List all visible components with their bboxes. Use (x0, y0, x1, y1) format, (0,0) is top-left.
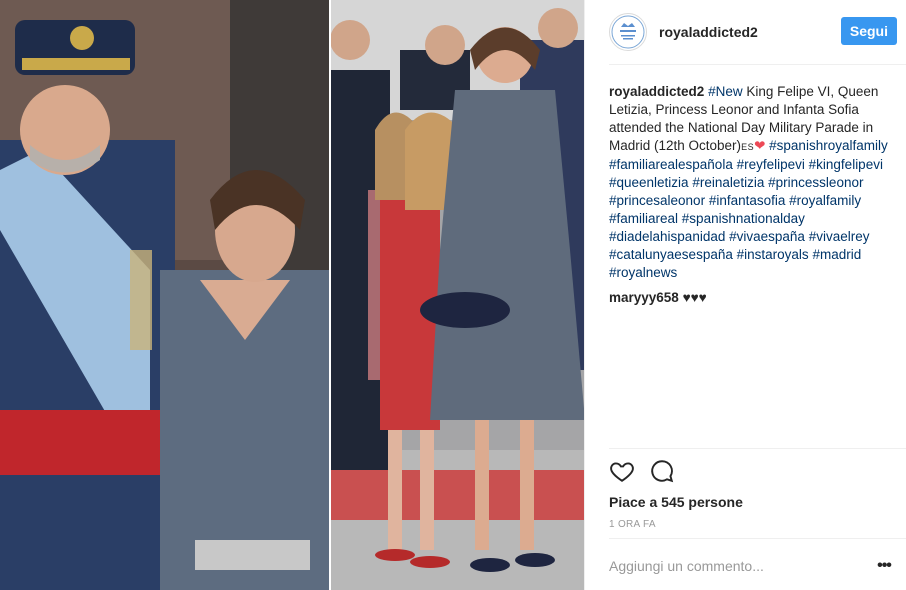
hashtag-link[interactable]: #royalnews (609, 265, 677, 280)
actions-divider (609, 448, 906, 449)
hashtag-link[interactable]: #princessleonor (768, 175, 863, 190)
post-details-panel: royaladdicted2 Segui royaladdicted2 #New… (584, 0, 906, 590)
hashtag-link[interactable]: #kingfelipevi (809, 157, 883, 172)
spain-flag-icon: ES (741, 142, 755, 152)
hashtag-link[interactable]: #royalfamily (789, 193, 861, 208)
speech-bubble-icon[interactable] (649, 458, 675, 484)
comment-divider (609, 538, 906, 539)
hashtag-link[interactable]: #reyfelipevi (737, 157, 805, 172)
hashtag-link[interactable]: #familiareal (609, 211, 678, 226)
add-comment-input[interactable] (609, 555, 869, 577)
comments-section: royaladdicted2 #New King Felipe VI, Quee… (609, 83, 897, 307)
avatar[interactable] (609, 13, 647, 51)
hashtag-link[interactable]: #instaroyals (737, 247, 809, 262)
heart-outline-icon[interactable] (609, 458, 635, 484)
header-divider (609, 64, 906, 65)
hashtag-link[interactable]: #queenletizia (609, 175, 689, 190)
red-heart-icon: ❤ (754, 138, 766, 153)
photo-illustration (0, 0, 584, 590)
hashtag-link[interactable]: #spanishroyalfamily (769, 138, 888, 153)
caption: royaladdicted2 #New King Felipe VI, Quee… (609, 83, 897, 282)
post-timestamp[interactable]: 1 ORA FA (609, 519, 656, 530)
post-photo[interactable] (0, 0, 584, 590)
caption-new-hashtag[interactable]: #New (708, 84, 743, 99)
hashtag-link[interactable]: #madrid (812, 247, 861, 262)
follow-button[interactable]: Segui (840, 17, 897, 45)
hashtag-link[interactable]: #catalunyaesespaña (609, 247, 733, 262)
hashtag-link[interactable]: #princesaleonor (609, 193, 705, 208)
hashtag-link[interactable]: #spanishnationalday (682, 211, 805, 226)
comment-username[interactable]: maryyy658 (609, 290, 679, 305)
hashtag-link[interactable]: #reinaletizia (692, 175, 764, 190)
comment-item: maryyy658 ♥♥♥ (609, 289, 897, 307)
hashtag-link[interactable]: #infantasofia (709, 193, 786, 208)
header-username[interactable]: royaladdicted2 (659, 24, 758, 40)
comment-text: ♥♥♥ (682, 290, 707, 305)
caption-username[interactable]: royaladdicted2 (609, 84, 704, 99)
post-header: royaladdicted2 Segui (609, 12, 899, 52)
hashtag-link[interactable]: #vivaespaña (729, 229, 805, 244)
action-bar (609, 458, 675, 484)
hashtag-link[interactable]: #vivaelrey (809, 229, 870, 244)
royal-addicted-logo-icon (611, 15, 645, 49)
hashtag-list: #spanishroyalfamily #familiarealespañola… (609, 138, 888, 280)
hashtag-link[interactable]: #diadelahispanidad (609, 229, 725, 244)
ellipsis-icon[interactable]: ••• (874, 557, 894, 574)
hashtag-link[interactable]: #familiarealespañola (609, 157, 733, 172)
likes-count[interactable]: Piace a 545 persone (609, 494, 743, 510)
